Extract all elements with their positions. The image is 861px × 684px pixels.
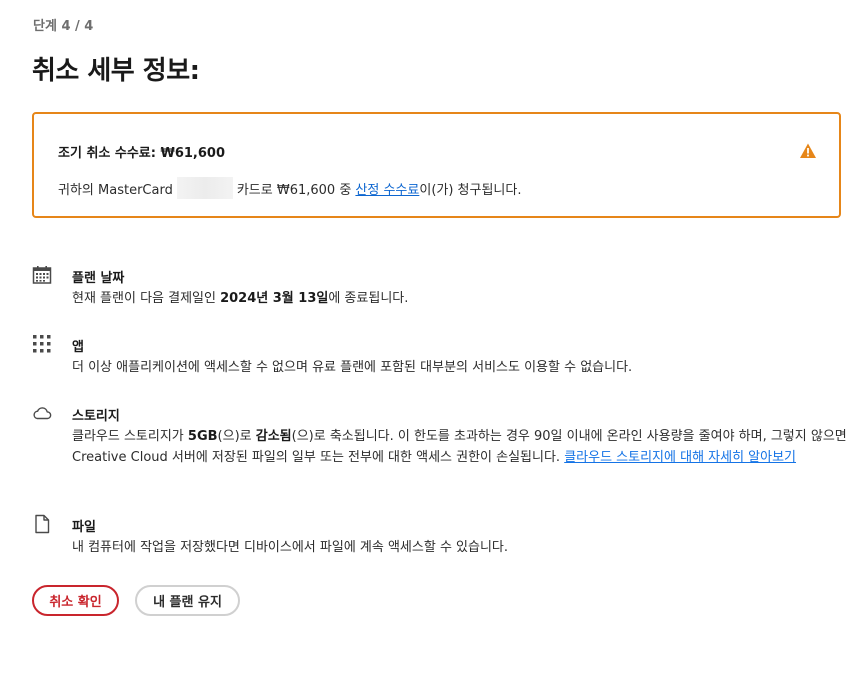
confirm-cancel-button[interactable]: 취소 확인: [32, 585, 119, 616]
plan-date-body: 현재 플랜이 다음 결제일인 2024년 3월 13일에 종료됩니다.: [72, 288, 847, 309]
storage-amount: 5GB: [187, 429, 218, 444]
learn-more-storage-link[interactable]: 클라우드 스토리지에 대해 자세히 알아보기: [564, 450, 796, 465]
estimated-fee-link[interactable]: 산정 수수료: [355, 179, 419, 198]
alert-title: 조기 취소 수수료: ₩61,600: [58, 146, 226, 161]
storage-body: 클라우드 스토리지가 5GB(으)로 감소됨(으)로 축소됩니다. 이 한도를 …: [72, 426, 847, 468]
cloud-icon: [33, 407, 52, 420]
plan-date-body-prefix: 현재 플랜이 다음 결제일인: [72, 291, 221, 306]
cancellation-details-page: 단계 4 / 4 취소 세부 정보: 조기 취소 수수료: ₩61,600 귀하…: [0, 0, 861, 684]
alert-body: 귀하의 MasterCard 카드로 ₩61,600 중 산정 수수료 이(가) …: [58, 177, 522, 199]
plan-end-date: 2024년 3월 13일: [220, 291, 329, 306]
apps-grid-icon: [33, 335, 51, 353]
masked-card-number: [176, 177, 233, 199]
section-storage: 스토리지 클라우드 스토리지가 5GB(으)로 감소됨(으)로 축소됩니다. 이…: [32, 403, 847, 493]
storage-body-prefix: 클라우드 스토리지가: [72, 429, 188, 444]
files-body: 내 컴퓨터에 작업을 저장했다면 디바이스에서 파일에 계속 액세스할 수 있습…: [72, 540, 509, 555]
apps-body: 더 이상 애플리케이션에 액세스할 수 없으며 유료 플랜에 포함된 대부분의 …: [72, 360, 633, 375]
apps-title: 앱: [72, 340, 84, 355]
storage-title: 스토리지: [72, 409, 120, 424]
plan-date-title: 플랜 날짜: [72, 271, 125, 286]
storage-body-mid1: (으)로: [217, 429, 256, 444]
early-cancellation-fee-alert: 조기 취소 수수료: ₩61,600 귀하의 MasterCard 카드로 ₩6…: [32, 112, 841, 218]
alert-body-prefix: 귀하의 MasterCard: [58, 182, 173, 198]
keep-plan-button[interactable]: 내 플랜 유지: [135, 585, 240, 616]
page-title: 취소 세부 정보:: [32, 56, 200, 86]
section-plan-date: 플랜 날짜 현재 플랜이 다음 결제일인 2024년 3월 13일에 종료됩니다…: [32, 265, 847, 313]
alert-body-suffix: 이(가) 청구됩니다.: [419, 182, 522, 198]
file-icon: [35, 514, 50, 534]
storage-reduced: 감소됨: [255, 429, 292, 444]
section-apps: 앱 더 이상 애플리케이션에 액세스할 수 없으며 유료 플랜에 포함된 대부분…: [32, 334, 847, 382]
files-title: 파일: [72, 520, 96, 535]
step-indicator: 단계 4 / 4: [33, 19, 94, 34]
calendar-icon: [32, 266, 52, 284]
alert-body-middle: 카드로 ₩61,600 중: [236, 182, 352, 198]
plan-date-body-suffix: 에 종료됩니다.: [328, 291, 409, 306]
warning-icon: [800, 143, 816, 158]
section-files: 파일 내 컴퓨터에 작업을 저장했다면 디바이스에서 파일에 계속 액세스할 수…: [32, 514, 847, 562]
